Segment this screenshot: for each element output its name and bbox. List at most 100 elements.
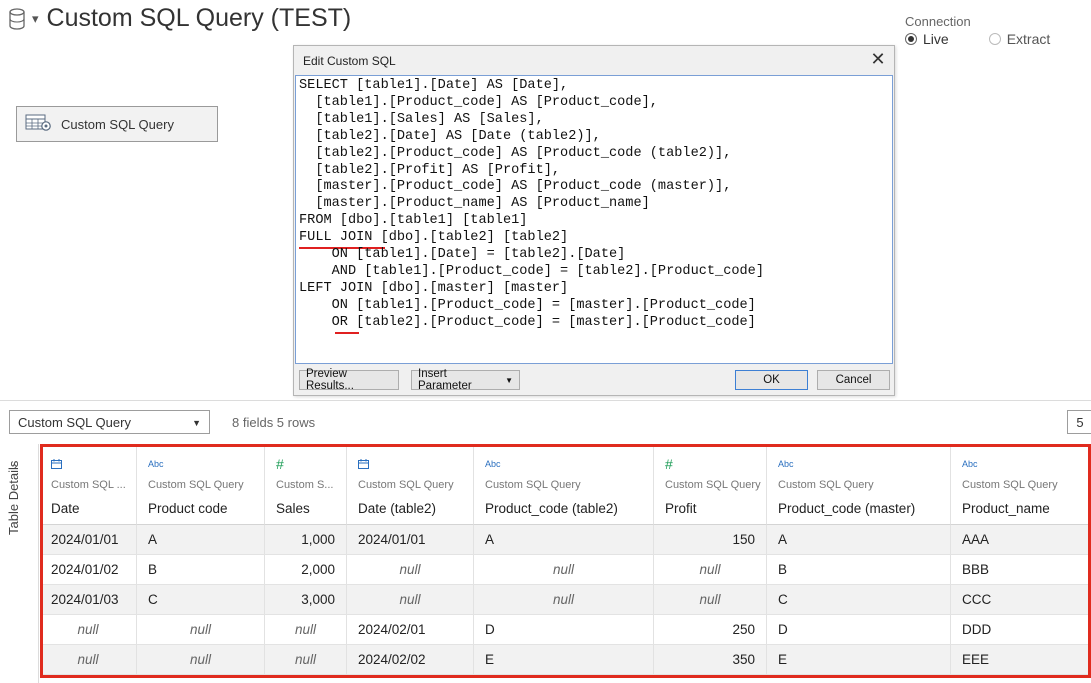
sql-line: [table1].[Sales] AS [Sales], [299,111,544,127]
data-grid: Custom SQL ... Date Abc Custom SQL Query Pro… [40,444,1091,678]
table-cell: 350 [654,645,767,675]
string-type-icon[interactable]: Abc [962,459,978,469]
sql-line: LEFT JOIN [dbo].[master] [master] [299,280,569,296]
column-header[interactable]: Abc Custom SQL Query Product code [137,444,265,525]
column-header[interactable]: Custom SQL ... Date [40,444,137,525]
table-cell: E [767,645,951,675]
sql-line: [master].[Product_name] AS [Product_name… [299,196,650,212]
sql-line: ON [table1].[Date] = [table2].[Date] [299,247,626,263]
column-name[interactable]: Date [51,501,80,516]
table-cell: null [265,645,347,675]
custom-sql-table-icon [25,114,53,135]
sql-line: OR [table2].[Product_code] = [master].[P… [299,315,892,334]
column-name[interactable]: Product_code (table2) [485,501,618,516]
column-header[interactable]: Abc Custom SQL Query Product_code (master) [767,444,951,525]
table-cell: null [654,555,767,585]
sql-line: FROM [dbo].[table1] [table1] [299,213,528,229]
calendar-icon[interactable] [51,459,62,471]
insert-parameter-button[interactable]: Insert Parameter ▼ [411,368,520,392]
table-row: 2024/01/02 B 2,000 null null null B BBB [40,555,1091,585]
column-name[interactable]: Sales [276,501,310,516]
table-cell: AAA [951,525,1091,555]
dialog-title: Edit Custom SQL [303,54,396,68]
cancel-button[interactable]: Cancel [817,370,890,390]
chevron-down-icon: ▼ [192,418,201,428]
radio-unselected-icon [988,33,1001,45]
table-cell: null [40,645,137,675]
string-type-icon[interactable]: Abc [148,459,164,469]
sql-editor[interactable]: SELECT [table1].[Date] AS [Date], [table… [295,75,893,364]
fields-rows-info: 8 fields 5 rows [232,415,316,430]
table-cell: CCC [951,585,1091,615]
table-cell: D [767,615,951,645]
table-cell: B [767,555,951,585]
table-cell: C [137,585,265,615]
column-source: Custom SQL ... [51,479,126,491]
divider [0,400,1091,401]
column-source: Custom S... [276,479,334,491]
live-radio[interactable]: Live [905,31,949,47]
table-cell: BBB [951,555,1091,585]
number-type-icon[interactable]: # [276,456,284,472]
table-row: null null null 2024/02/02 E 350 E EEE [40,645,1091,675]
string-type-icon[interactable]: Abc [778,459,794,469]
sql-line: [table2].[Date] AS [Date (table2)], [299,128,601,144]
table-cell: E [474,645,654,675]
table-cell: 1,000 [265,525,347,555]
table-cell: A [474,525,654,555]
edit-custom-sql-dialog: Edit Custom SQL ✕ SELECT [table1].[Date]… [293,45,895,396]
rows-count-input[interactable]: 5 [1067,410,1091,434]
column-name[interactable]: Product code [148,501,228,516]
column-name[interactable]: Profit [665,501,697,516]
table-select-value: Custom SQL Query [18,414,131,430]
column-header[interactable]: Custom SQL Query Date (table2) [347,444,474,525]
extract-radio[interactable]: Extract [988,31,1050,47]
table-cell: null [474,555,654,585]
connection-group: Connection Live Extract [905,14,1050,47]
insert-parameter-label: Insert Parameter [418,368,472,392]
column-header[interactable]: Abc Custom SQL Query Product_code (table2) [474,444,654,525]
ok-button[interactable]: OK [735,370,808,390]
table-pill-label: Custom SQL Query [61,116,174,132]
data-source-page: ▾ Custom SQL Query (TEST) Connection Liv… [0,0,1091,683]
table-row: 2024/01/01 A 1,000 2024/01/01 A 150 A AAA [40,525,1091,555]
close-icon[interactable]: ✕ [868,49,888,70]
sql-line: ON [table1].[Product_code] = [master].[P… [299,297,756,313]
calendar-icon[interactable] [358,459,369,471]
number-type-icon[interactable]: # [665,456,673,472]
column-source: Custom SQL Query [358,479,454,491]
column-header[interactable]: # Custom S... Sales [265,444,347,525]
column-name[interactable]: Product_code (master) [778,501,915,516]
column-header[interactable]: Abc Custom SQL Query Product_name [951,444,1091,525]
table-row: 2024/01/03 C 3,000 null null null C CCC [40,585,1091,615]
table-cell: EEE [951,645,1091,675]
table-cell: A [137,525,265,555]
sql-line: SELECT [table1].[Date] AS [Date], [299,78,569,93]
radio-selected-icon [905,33,917,45]
table-cell: A [767,525,951,555]
table-cell: 2,000 [265,555,347,585]
table-cell: null [654,585,767,615]
table-cell: B [137,555,265,585]
table-row: null null null 2024/02/01 D 250 D DDD [40,615,1091,645]
row-divider [40,674,1091,675]
chevron-down-icon: ▼ [505,375,513,385]
column-source: Custom SQL Query [778,479,874,491]
table-cell: 2024/01/01 [347,525,474,555]
preview-results-button[interactable]: Preview Results... [299,368,399,392]
canvas-table-custom-sql[interactable]: Custom SQL Query [16,106,218,142]
table-cell: null [265,615,347,645]
table-cell: D [474,615,654,645]
title-dropdown-icon[interactable]: ▾ [32,11,39,27]
sql-line: [master].[Product_code] AS [Product_code… [299,179,732,195]
database-icon [8,6,30,32]
page-title[interactable]: Custom SQL Query (TEST) [47,4,352,33]
table-cell: null [137,615,265,645]
column-source: Custom SQL Query [485,479,581,491]
column-name[interactable]: Date (table2) [358,501,436,516]
table-cell: null [347,585,474,615]
column-header[interactable]: # Custom SQL Query Profit [654,444,767,525]
table-select[interactable]: Custom SQL Query ▼ [9,410,210,434]
column-name[interactable]: Product_name [962,501,1050,516]
string-type-icon[interactable]: Abc [485,459,501,469]
